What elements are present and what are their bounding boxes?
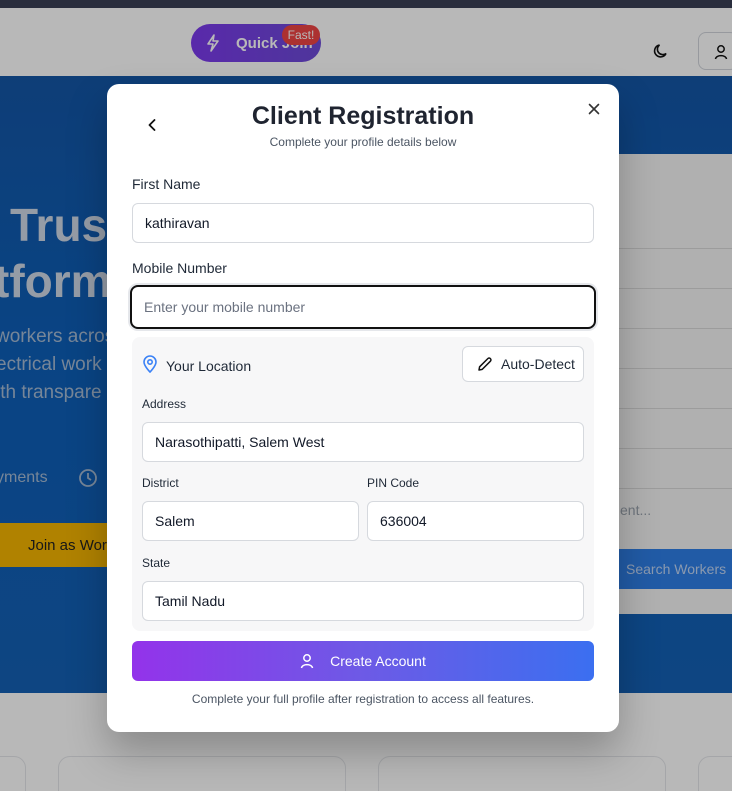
mobile-number-label: Mobile Number (132, 260, 227, 276)
close-icon (588, 103, 600, 115)
mobile-number-field[interactable] (130, 285, 596, 329)
modal-title: Client Registration (251, 102, 475, 130)
pin-code-field[interactable] (367, 501, 584, 541)
address-label: Address (142, 397, 187, 411)
district-field[interactable] (142, 501, 359, 541)
modal-subtitle: Complete your profile details below (269, 135, 457, 149)
state-label: State (142, 556, 171, 570)
close-button[interactable] (585, 100, 603, 118)
auto-detect-label: Auto-Detect (501, 356, 575, 372)
address-field[interactable] (142, 422, 584, 462)
pencil-icon (478, 357, 492, 371)
map-pin-icon (143, 355, 157, 373)
auto-detect-button[interactable]: Auto-Detect (462, 346, 584, 382)
pin-code-label: PIN Code (367, 476, 420, 490)
location-title: Your Location (166, 358, 252, 374)
district-label: District (142, 476, 179, 490)
state-field[interactable] (142, 581, 584, 621)
create-account-button[interactable]: Create Account (132, 641, 594, 681)
create-account-label: Create Account (330, 653, 426, 669)
first-name-label: First Name (132, 176, 201, 192)
location-section: Your Location Auto-Detect Address Distri… (132, 337, 594, 631)
client-registration-modal: Client Registration Complete your profil… (107, 84, 619, 732)
user-icon (300, 654, 314, 669)
first-name-field[interactable] (132, 203, 594, 243)
registration-footnote: Complete your full profile after registr… (191, 692, 535, 706)
